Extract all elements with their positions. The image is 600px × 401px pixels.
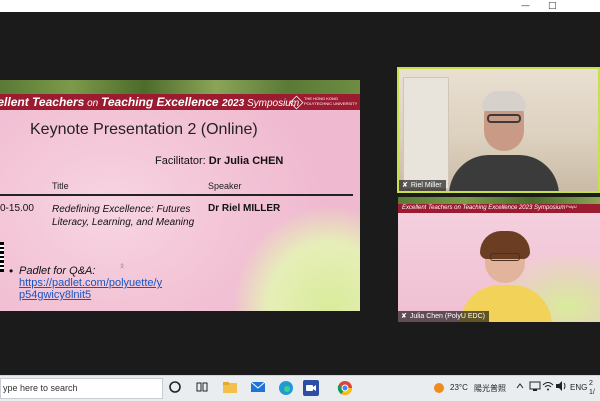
task-view-icon[interactable]: [194, 380, 210, 396]
virtual-background-banner: [398, 197, 600, 204]
window-titlebar: — □: [0, 0, 600, 12]
mouse-cursor-icon: ᛟ: [120, 263, 125, 270]
weather-description[interactable]: 陽光普照: [474, 383, 506, 394]
table-divider: [0, 194, 353, 196]
windows-taskbar: ype here to search 23°C 陽光普照 ENG 2 1/: [0, 375, 600, 401]
participant-video-riel[interactable]: ✘ Riel Miller: [397, 67, 600, 193]
show-hidden-icons-chevron-icon[interactable]: [512, 380, 528, 396]
glasses: [487, 114, 521, 123]
slide-header: Excellent Teachers on Teaching Excellenc…: [0, 94, 360, 110]
qr-code-icon: [0, 242, 4, 272]
facilitator-line: Facilitator: Dr Julia CHEN: [155, 155, 284, 167]
padlet-link[interactable]: https://padlet.com/polyuette/yp54gwicy8l…: [19, 277, 164, 301]
restore-button[interactable]: □: [548, 1, 557, 11]
person-shirt: [449, 155, 559, 191]
minimize-button[interactable]: —: [521, 1, 530, 11]
system-clock[interactable]: 2 1/: [589, 379, 595, 397]
speaker-name: Dr Riel MILLER: [208, 203, 281, 214]
input-language[interactable]: ENG: [570, 383, 587, 392]
zoom-app-icon[interactable]: [303, 380, 319, 396]
participant-video-julia[interactable]: Excellent Teachers on Teaching Excellenc…: [398, 197, 600, 322]
university-logo: THE HONG KONG POLYTECHNIC UNIVERSITY: [289, 95, 357, 110]
file-explorer-icon[interactable]: [222, 380, 238, 396]
participant-name-tag: ✘ Julia Chen (PolyU EDC): [398, 311, 489, 322]
background-door: [403, 77, 449, 189]
search-placeholder: ype here to search: [3, 383, 78, 393]
column-header-speaker: Speaker: [208, 181, 242, 191]
column-header-title: Title: [52, 181, 69, 191]
padlet-label: Padlet for Q&A:: [19, 265, 96, 277]
participant-name-tag: ✘ Riel Miller: [399, 180, 446, 191]
symposium-title: Excellent Teachers on Teaching Excellenc…: [0, 95, 300, 109]
session-time: 0-15.00: [0, 203, 34, 214]
virtual-background-header: Excellent Teachers on Teaching Excellenc…: [398, 204, 600, 213]
university-logo: PolyU: [566, 204, 577, 209]
weather-sun-icon[interactable]: [434, 383, 444, 393]
mail-icon[interactable]: [250, 380, 266, 396]
slide-banner-image: [0, 80, 360, 94]
volume-icon[interactable]: [553, 380, 569, 396]
edge-browser-icon[interactable]: [278, 380, 294, 396]
talk-title: Redefining Excellence: Futures Literacy,…: [52, 204, 195, 228]
bullet-icon: •: [9, 264, 14, 278]
glasses: [490, 253, 520, 261]
taskbar-search-box[interactable]: ype here to search: [0, 378, 163, 399]
mic-muted-icon: ✘: [401, 313, 407, 320]
chrome-icon[interactable]: [337, 380, 353, 396]
temperature[interactable]: 23°C: [450, 383, 468, 392]
mic-muted-icon: ✘: [402, 182, 408, 189]
cortana-icon[interactable]: [167, 380, 183, 396]
shared-slide: Excellent Teachers on Teaching Excellenc…: [0, 80, 360, 311]
person-hair: [482, 91, 526, 111]
slide-title: Keynote Presentation 2 (Online): [30, 121, 258, 138]
university-emblem-icon: [289, 95, 304, 110]
